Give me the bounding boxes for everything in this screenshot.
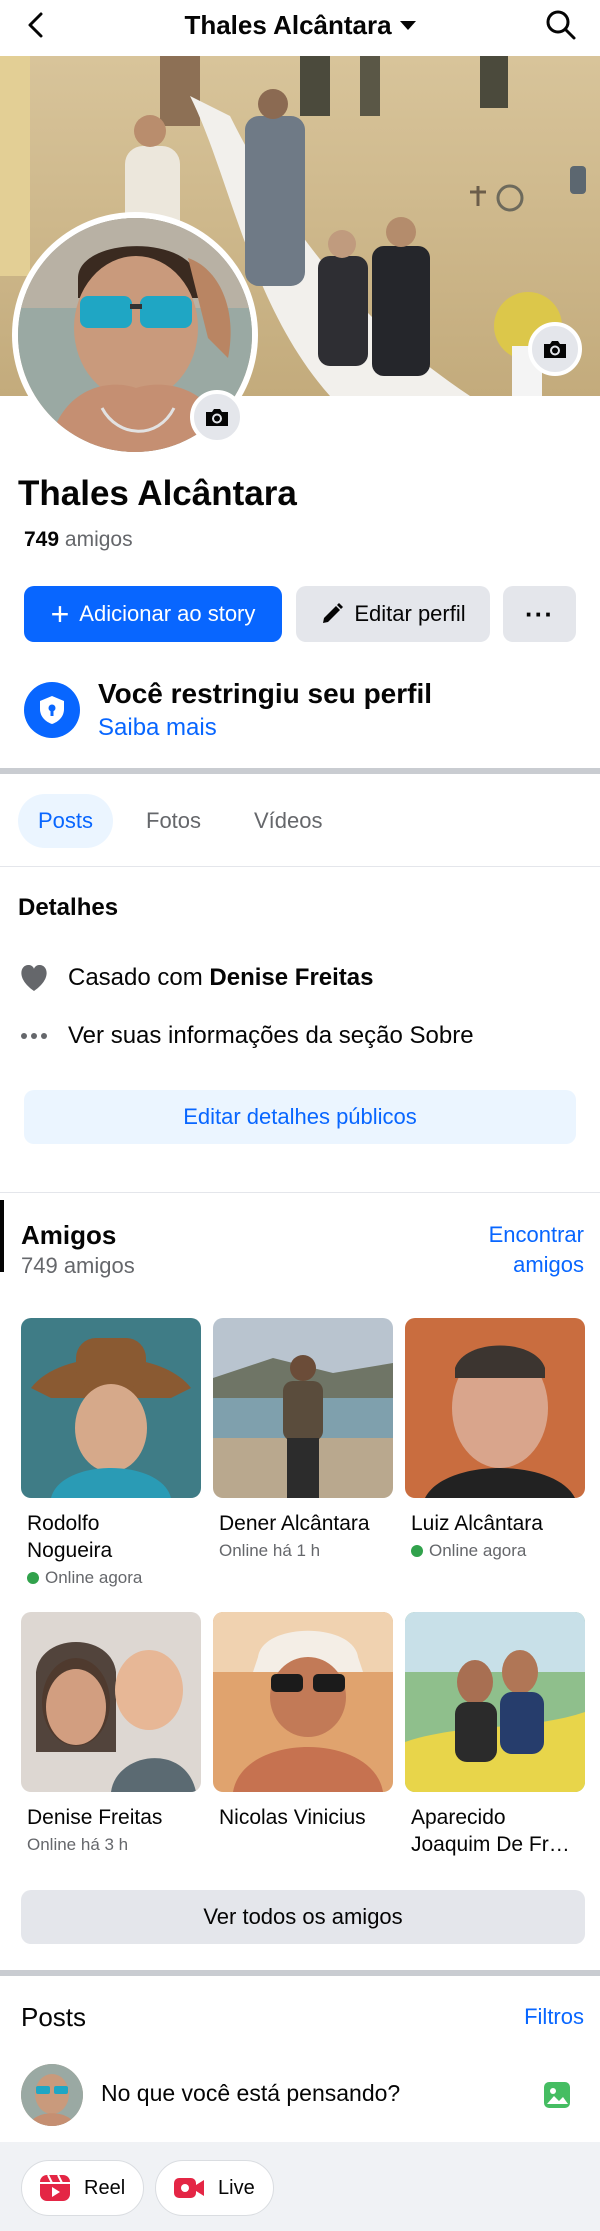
friend-card[interactable]: Dener Alcântara Online há 1 h bbox=[213, 1318, 393, 1561]
live-video-icon bbox=[174, 2178, 204, 2198]
online-dot bbox=[411, 1545, 423, 1557]
section-divider bbox=[0, 1970, 600, 1976]
more-options-button[interactable]: ··· bbox=[503, 586, 576, 642]
photo-icon[interactable] bbox=[542, 2080, 572, 2110]
friends-count-label: 749 amigos bbox=[21, 1253, 135, 1278]
friend-card[interactable]: Nicolas Vinicius bbox=[213, 1612, 393, 1831]
divider bbox=[0, 1192, 600, 1193]
friend-card[interactable]: Luiz Alcântara Online agora bbox=[405, 1318, 585, 1561]
top-bar: Thales Alcântara bbox=[0, 0, 600, 54]
about-row[interactable]: Ver suas informações da seção Sobre bbox=[18, 1020, 474, 1052]
learn-more-link[interactable]: Saiba mais bbox=[98, 714, 217, 742]
more-dots-icon bbox=[18, 1020, 50, 1052]
friend-card[interactable]: Aparecido Joaquim De Fr… bbox=[405, 1612, 585, 1858]
relationship-row: Casado com Denise Freitas bbox=[18, 962, 373, 994]
friend-status: Online há 3 h bbox=[27, 1835, 129, 1854]
friend-status: Online agora bbox=[411, 1541, 585, 1561]
friends-count[interactable]: 749 amigos bbox=[24, 528, 133, 552]
friend-card[interactable]: Denise Freitas Online há 3 h bbox=[21, 1612, 201, 1855]
edit-profile-button[interactable]: Editar perfil bbox=[296, 586, 490, 642]
profile-name: Thales Alcântara bbox=[18, 474, 297, 513]
profile-tabs: Posts Fotos Vídeos bbox=[0, 794, 600, 850]
friend-photo bbox=[213, 1612, 393, 1792]
see-all-friends-button[interactable]: Ver todos os amigos bbox=[21, 1890, 585, 1944]
friend-status: Online há 1 h bbox=[219, 1541, 321, 1560]
chevron-down-icon bbox=[399, 20, 416, 30]
tab-photos[interactable]: Fotos bbox=[126, 794, 221, 848]
friend-name: Luiz Alcântara bbox=[411, 1512, 543, 1535]
friend-name: Aparecido Joaquim De Fr… bbox=[411, 1806, 570, 1856]
friend-name: Rodolfo Nogueira bbox=[27, 1512, 113, 1562]
heart-icon bbox=[18, 962, 50, 994]
find-friends-link[interactable]: Encontrar amigos bbox=[489, 1220, 584, 1280]
add-to-story-button[interactable]: + Adicionar ao story bbox=[24, 586, 282, 642]
profile-name-header[interactable]: Thales Alcântara bbox=[0, 10, 600, 41]
reel-icon bbox=[40, 2174, 70, 2201]
friend-photo bbox=[21, 1318, 201, 1498]
section-divider bbox=[0, 768, 600, 774]
friend-status: Online agora bbox=[27, 1568, 201, 1588]
spouse-name[interactable]: Denise Freitas bbox=[209, 964, 373, 992]
edit-cover-camera-icon[interactable] bbox=[528, 322, 582, 376]
friend-photo bbox=[213, 1318, 393, 1498]
friend-photo bbox=[21, 1612, 201, 1792]
pencil-icon bbox=[323, 603, 344, 623]
avatar[interactable] bbox=[21, 2064, 83, 2126]
friend-photo bbox=[405, 1318, 585, 1498]
tab-videos[interactable]: Vídeos bbox=[234, 794, 343, 848]
friends-heading: Amigos bbox=[21, 1220, 117, 1250]
plus-icon: + bbox=[50, 596, 70, 632]
shield-lock-icon bbox=[24, 682, 80, 738]
friend-name: Denise Freitas bbox=[27, 1806, 163, 1829]
friend-photo bbox=[405, 1612, 585, 1792]
posts-heading: Posts bbox=[21, 2002, 87, 2032]
edit-profile-picture-camera-icon[interactable] bbox=[190, 390, 244, 444]
section-indicator bbox=[0, 1200, 4, 1272]
details-heading: Detalhes bbox=[18, 894, 119, 921]
live-button[interactable]: Live bbox=[155, 2160, 274, 2216]
edit-public-details-button[interactable]: Editar detalhes públicos bbox=[24, 1090, 576, 1144]
restricted-profile-title: Você restringiu seu perfil bbox=[98, 678, 433, 709]
friend-card[interactable]: Rodolfo Nogueira Online agora bbox=[21, 1318, 201, 1588]
online-dot bbox=[27, 1572, 39, 1584]
tab-posts[interactable]: Posts bbox=[18, 794, 114, 848]
divider bbox=[0, 866, 600, 867]
post-composer-input[interactable]: No que você está pensando? bbox=[101, 2080, 400, 2107]
reel-button[interactable]: Reel bbox=[21, 2160, 145, 2216]
search-icon[interactable] bbox=[544, 8, 578, 42]
filters-link[interactable]: Filtros bbox=[524, 2004, 584, 2030]
friend-name: Dener Alcântara bbox=[219, 1512, 370, 1535]
friend-name: Nicolas Vinicius bbox=[219, 1806, 366, 1829]
